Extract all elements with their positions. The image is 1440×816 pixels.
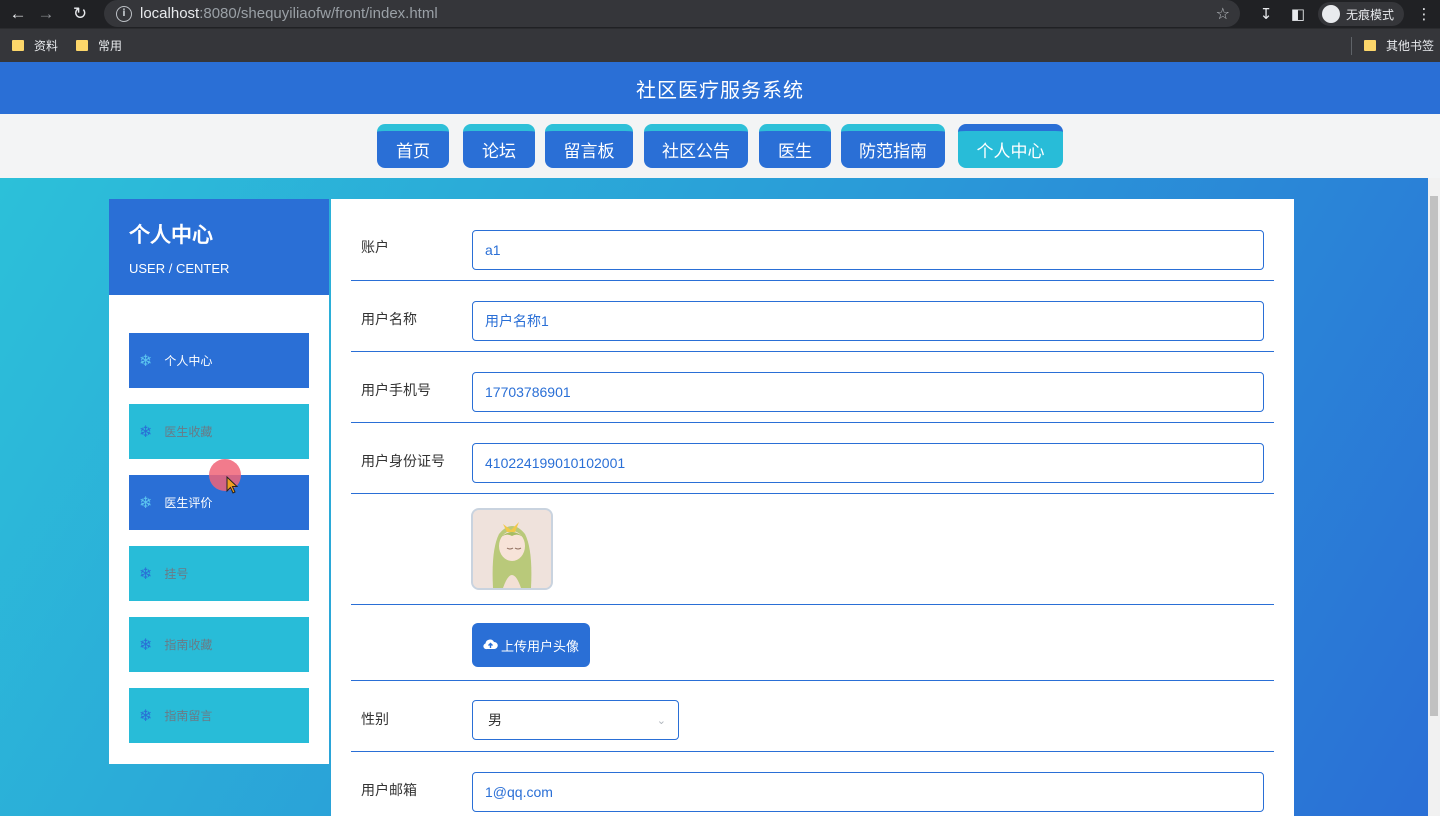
nav-user-center[interactable]: 个人中心: [958, 124, 1063, 168]
nav-forum[interactable]: 论坛: [463, 124, 535, 168]
username-input[interactable]: 用户名称1: [472, 301, 1264, 341]
other-bookmarks-label: 其他书签: [1385, 39, 1434, 53]
other-bookmarks[interactable]: 其他书签: [1350, 36, 1434, 55]
menu-icon[interactable]: ⋮: [1408, 5, 1440, 23]
download-icon[interactable]: ↧: [1250, 5, 1282, 23]
folder-icon: [12, 40, 24, 51]
form-row-gender: 性别 男 ⌄: [351, 681, 1274, 752]
url-path: :8080/shequyiliaofw/front/index.html: [199, 5, 438, 22]
mouse-cursor-icon: [226, 476, 239, 494]
sidebar-item-guide-favorites[interactable]: ❄ 指南收藏: [129, 617, 309, 672]
snowflake-icon: ❄: [139, 422, 153, 441]
url-text: localhost:8080/shequyiliaofw/front/index…: [140, 5, 438, 22]
nav-message-board[interactable]: 留言板: [545, 124, 633, 168]
username-label: 用户名称: [361, 311, 417, 327]
sidepanel-icon[interactable]: ◧: [1282, 5, 1314, 23]
sidebar-header: 个人中心 USER / CENTER: [109, 199, 329, 295]
upload-avatar-button[interactable]: 上传用户头像: [472, 623, 590, 667]
bookmarks-bar: 资料 常用 其他书签: [0, 28, 1440, 62]
sidebar-item-label: 个人中心: [164, 354, 213, 368]
cloud-upload-icon: [483, 638, 498, 653]
info-icon[interactable]: i: [116, 5, 132, 22]
account-input[interactable]: a1: [472, 230, 1264, 270]
nav-doctors[interactable]: 医生: [759, 124, 831, 168]
avatar-image: [473, 510, 551, 588]
sidebar-item-user-center[interactable]: ❄ 个人中心: [129, 333, 309, 388]
phone-input[interactable]: 17703786901: [472, 372, 1264, 412]
sidebar-item-registration[interactable]: ❄ 挂号: [129, 546, 309, 601]
form-row-idcard: 用户身份证号 410224199010102001: [351, 423, 1274, 494]
form-row-account: 账户 a1: [351, 199, 1274, 281]
snowflake-icon: ❄: [139, 493, 153, 512]
snowflake-icon: ❄: [139, 351, 153, 370]
gender-label: 性别: [361, 711, 389, 727]
bookmark-folder-changyong[interactable]: 常用: [76, 37, 122, 54]
idcard-label: 用户身份证号: [361, 453, 445, 469]
url-host: localhost: [140, 5, 200, 22]
main-nav: 首页 论坛 留言板 社区公告 医生 防范指南 个人中心: [0, 114, 1440, 178]
site-title: 社区医疗服务系统: [0, 62, 1440, 114]
folder-icon: [76, 40, 89, 51]
nav-home[interactable]: 首页: [377, 124, 449, 168]
phone-label: 用户手机号: [361, 382, 431, 398]
snowflake-icon: ❄: [139, 564, 153, 583]
sidebar-subtitle: USER / CENTER: [129, 261, 230, 276]
gender-value: 男: [488, 712, 502, 728]
snowflake-icon: ❄: [139, 635, 153, 654]
chevron-down-icon: ⌄: [656, 713, 666, 727]
form-row-upload: 上传用户头像: [351, 605, 1274, 681]
address-bar[interactable]: i localhost:8080/shequyiliaofw/front/ind…: [104, 0, 1240, 27]
account-label: 账户: [361, 239, 389, 255]
browser-toolbar: ← → ↻ i localhost:8080/shequyiliaofw/fro…: [0, 0, 1440, 28]
reload-icon[interactable]: ↻: [66, 0, 94, 28]
form-row-email: 用户邮箱 1@qq.com: [351, 752, 1274, 816]
form-row-avatar: [351, 494, 1274, 605]
nav-announcements[interactable]: 社区公告: [644, 124, 748, 168]
form-row-username: 用户名称 用户名称1: [351, 281, 1274, 352]
sidebar-item-label: 指南留言: [164, 709, 213, 723]
upload-avatar-label: 上传用户头像: [500, 638, 579, 654]
sidebar-item-label: 医生收藏: [164, 425, 213, 439]
toolbar-actions: ↧ ◧ 无痕模式 ⋮: [1250, 0, 1440, 28]
profile-form: 账户 a1 用户名称 用户名称1 用户手机号 17703786901 用户身份证…: [331, 199, 1294, 816]
scroll-thumb[interactable]: [1430, 196, 1438, 716]
idcard-input[interactable]: 410224199010102001: [472, 443, 1264, 483]
bookmark-label: 常用: [98, 39, 123, 53]
sidebar-item-label: 挂号: [164, 567, 189, 581]
sidebar-item-label: 医生评价: [164, 496, 213, 510]
divider: [1350, 36, 1352, 55]
form-row-phone: 用户手机号 17703786901: [351, 352, 1274, 423]
sidebar-title: 个人中心: [129, 224, 213, 247]
sidebar-item-doctor-favorites[interactable]: ❄ 医生收藏: [129, 404, 309, 459]
incognito-label: 无痕模式: [1345, 7, 1394, 22]
email-input[interactable]: 1@qq.com: [472, 772, 1264, 812]
snowflake-icon: ❄: [139, 706, 153, 725]
nav-prevention-guide[interactable]: 防范指南: [841, 124, 945, 168]
user-avatar[interactable]: [471, 508, 553, 590]
folder-icon: [1363, 40, 1376, 51]
gender-select[interactable]: 男 ⌄: [472, 700, 679, 740]
incognito-badge[interactable]: 无痕模式: [1317, 2, 1404, 26]
incognito-icon: [1321, 5, 1340, 23]
bookmark-label: 资料: [34, 39, 59, 53]
bookmark-folder-ziliao[interactable]: 资料: [12, 37, 58, 54]
bookmark-star-icon[interactable]: ☆: [1216, 4, 1230, 24]
back-icon[interactable]: ←: [4, 0, 32, 28]
forward-icon[interactable]: →: [32, 0, 60, 28]
sidebar-item-label: 指南收藏: [164, 638, 213, 652]
email-label: 用户邮箱: [361, 782, 417, 798]
sidebar-item-guide-messages[interactable]: ❄ 指南留言: [129, 688, 309, 743]
